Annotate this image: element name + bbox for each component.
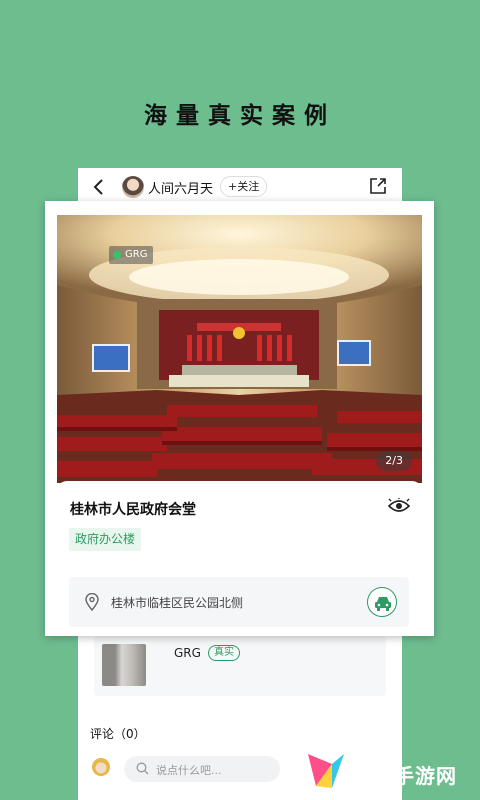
watermark-text: 甘露手游网 [352,764,457,788]
headline: 海量真实案例 [144,103,336,129]
category-tag[interactable]: 政府办公楼 [69,528,142,551]
address-text: 桂林市临桂区民公园北侧 [111,596,244,610]
comment-avatar [92,758,110,776]
case-card: GRG 2/3 桂林市人民政府会堂 政府办公楼 桂林市临桂区民公园北侧 [45,201,434,636]
image-tag-label: GRG [125,249,148,260]
watermark-logo-icon [308,754,344,788]
car-icon [375,597,391,611]
back-arrow-icon[interactable] [90,176,110,198]
share-icon[interactable] [368,176,388,196]
location-pin-icon [85,593,99,611]
related-thumbnail [102,644,146,686]
image-tag: GRG [109,246,154,264]
related-label: GRG [174,646,201,660]
navigate-button[interactable] [367,587,397,617]
status-dot [113,251,121,259]
avatar[interactable] [122,176,144,198]
image-counter: 2/3 [376,451,412,471]
username[interactable]: 人间六月天 [148,178,213,197]
search-icon [136,762,149,775]
eye-icon[interactable] [387,497,411,514]
comments-title: 评论（0） [90,727,146,741]
watermark: 甘露手游网 [296,748,480,800]
info-panel: 桂林市人民政府会堂 政府办公楼 桂林市临桂区民公园北侧 [57,481,422,631]
comment-placeholder: 说点什么吧... [156,764,222,777]
case-photo[interactable]: GRG 2/3 [57,215,422,483]
real-badge: 真实 [208,645,240,661]
address-bar[interactable]: 桂林市临桂区民公园北侧 [69,577,409,627]
comment-input[interactable]: 说点什么吧... [124,756,280,782]
case-title: 桂林市人民政府会堂 [70,502,196,518]
related-case-card[interactable]: GRG 真实 [94,636,386,696]
follow-button[interactable]: +关注 [220,176,268,197]
